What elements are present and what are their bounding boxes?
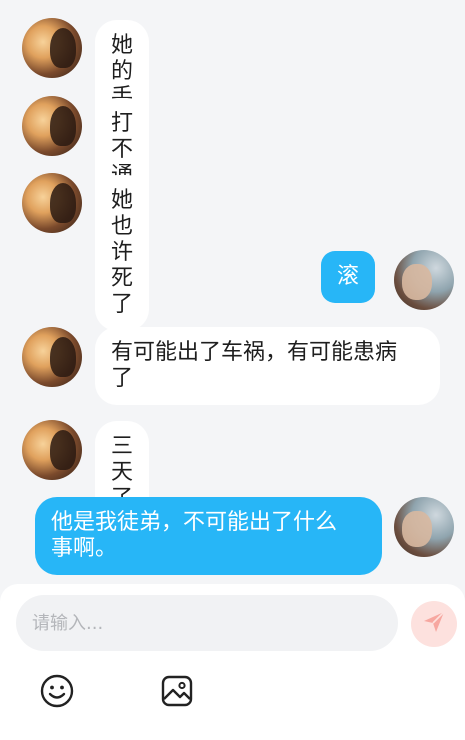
contact-avatar[interactable] [22,327,82,387]
composer-area [0,584,465,740]
paper-plane-icon [422,610,446,638]
message-input[interactable] [16,595,398,651]
chat-message-list[interactable]: 她的手机关机了 打不通了 她也许死了 滚 有可能出了车祸，有可能患病 了 三天了… [0,0,465,584]
message-bubble-outgoing: 滚 [321,251,376,303]
message-bubble-incoming: 有可能出了车祸，有可能患病 了 [95,327,440,405]
contact-avatar[interactable] [22,18,82,78]
my-avatar[interactable] [394,497,454,557]
image-button[interactable] [159,675,195,711]
contact-avatar[interactable] [22,420,82,480]
contact-avatar[interactable] [22,96,82,156]
send-button[interactable] [411,601,457,647]
message-bubble-outgoing: 他是我徒弟，不可能出了什么 事啊。 [35,497,382,575]
emoji-icon [39,673,75,713]
emoji-button[interactable] [39,673,75,713]
contact-avatar[interactable] [22,173,82,233]
my-avatar[interactable] [394,250,454,310]
message-bubble-incoming: 她也许死了 [95,175,150,331]
image-icon [159,673,195,713]
